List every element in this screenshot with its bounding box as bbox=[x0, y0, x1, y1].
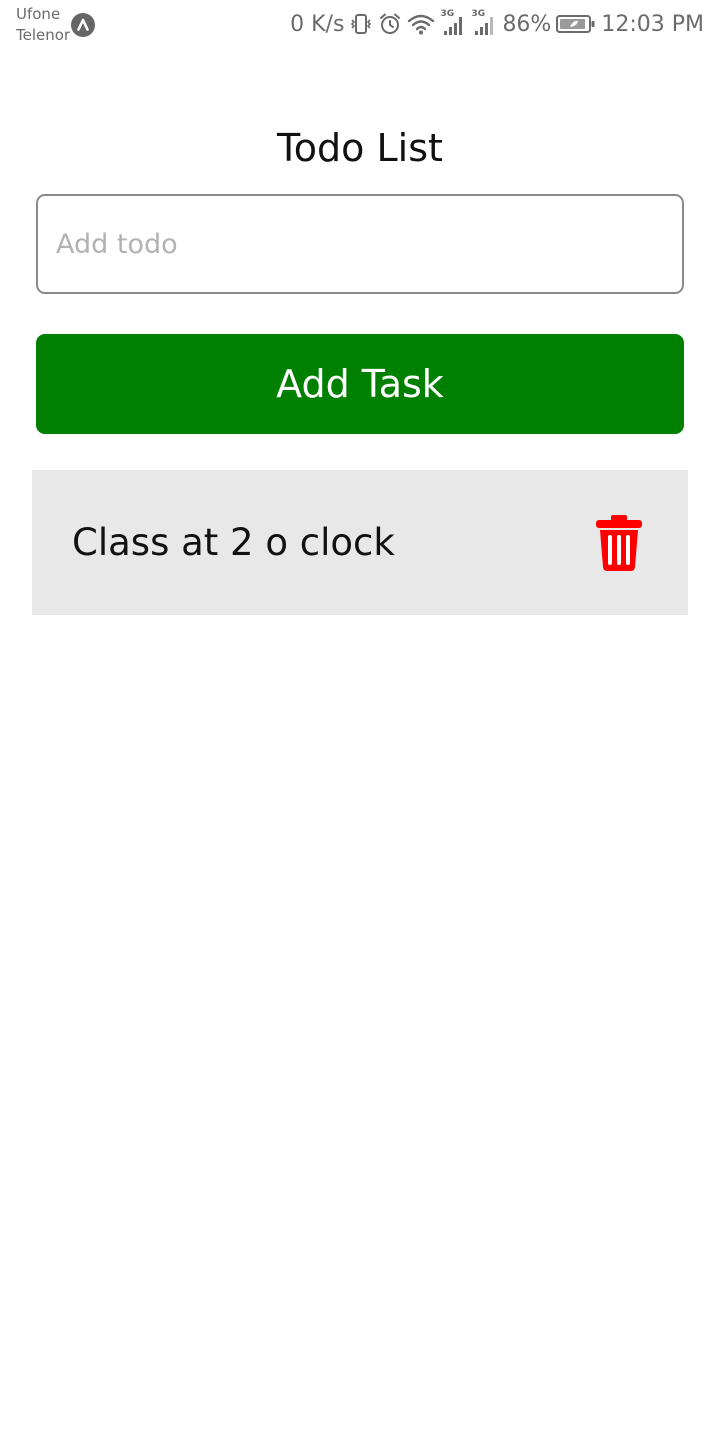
wifi-icon bbox=[407, 12, 435, 36]
signal-icon: 3G bbox=[471, 9, 497, 37]
todo-text: Class at 2 o clock bbox=[72, 521, 395, 564]
net-speed: 0 K/s bbox=[290, 11, 345, 37]
carrier-names: Ufone Telenor bbox=[16, 4, 70, 46]
status-bar: Ufone Telenor 0 K/s 3G 3G 86% 12:03 PM bbox=[0, 0, 720, 50]
page-title: Todo List bbox=[277, 126, 443, 170]
carrier-2: Telenor bbox=[16, 26, 71, 44]
add-todo-input[interactable] bbox=[36, 194, 684, 294]
clock: 12:03 PM bbox=[601, 11, 704, 37]
battery-percent: 86% bbox=[502, 11, 552, 37]
todo-screen: Ufone Telenor 0 K/s 3G 3G 86% 12:03 PM T… bbox=[0, 0, 720, 1440]
add-task-button[interactable]: Add Task bbox=[36, 334, 684, 434]
alarm-icon bbox=[378, 12, 402, 36]
trash-icon[interactable] bbox=[596, 515, 642, 571]
signal-icon: 3G bbox=[440, 9, 466, 37]
list-item[interactable]: Class at 2 o clock bbox=[32, 470, 688, 615]
todo-list: Class at 2 o clock bbox=[32, 470, 688, 615]
status-indicators: 0 K/s 3G 3G 86% 12:03 PM bbox=[290, 8, 704, 40]
vibrate-icon bbox=[349, 12, 373, 36]
app-badge-icon bbox=[71, 13, 95, 37]
carrier-1: Ufone bbox=[16, 5, 61, 23]
battery-icon bbox=[556, 13, 596, 35]
